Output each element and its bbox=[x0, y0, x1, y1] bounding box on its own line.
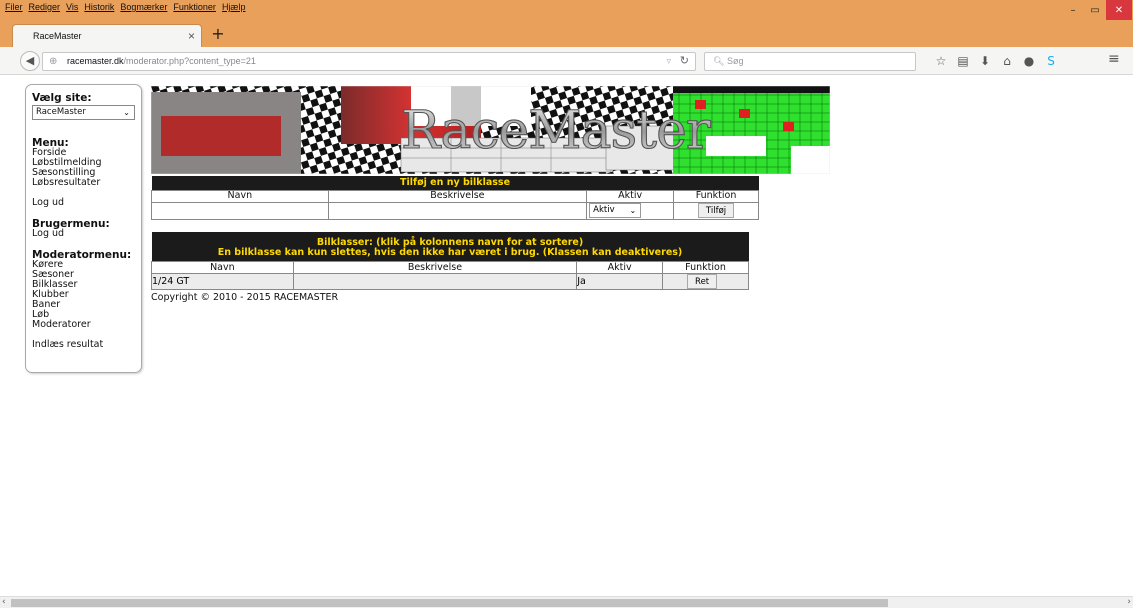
page-content: Vælg site: RaceMaster ⌄ Menu: Forside Lø… bbox=[0, 76, 1133, 596]
add-header-funktion: Funktion bbox=[673, 189, 759, 203]
scrollbar-thumb[interactable] bbox=[11, 599, 888, 607]
menu-help[interactable]: Hjælp bbox=[219, 2, 249, 12]
scroll-right-icon[interactable]: › bbox=[1127, 597, 1131, 607]
tab-title: RaceMaster bbox=[33, 31, 82, 41]
sidebar-item-moderatorer[interactable]: Moderatorer bbox=[32, 320, 135, 330]
title-bar: Filer Rediger Vis Historik Bogmærker Fun… bbox=[0, 0, 1133, 20]
bookmark-star-icon[interactable]: ☆ bbox=[930, 51, 952, 71]
navigation-bar: ◀ ⊕ racemaster.dk/moderator.php?content_… bbox=[0, 47, 1133, 75]
banner-graphic: RaceMaster bbox=[151, 86, 830, 174]
close-window-button[interactable]: ✕ bbox=[1106, 0, 1132, 20]
maximize-button[interactable]: ▭ bbox=[1084, 0, 1106, 20]
class-list-title-line1: Bilklasser: (klik på kolonnens navn for … bbox=[151, 232, 749, 248]
row-aktiv: Ja bbox=[576, 273, 664, 290]
back-arrow-icon: ◀ bbox=[25, 54, 35, 67]
class-list-table: Bilklasser: (klik på kolonnens navn for … bbox=[151, 232, 749, 290]
aktiv-select[interactable]: Aktiv ⌄ bbox=[589, 203, 642, 218]
list-header-funktion[interactable]: Funktion bbox=[662, 261, 749, 274]
row-navn: 1/24 GT bbox=[151, 273, 294, 290]
sidebar-item-user-logout[interactable]: Log ud bbox=[32, 229, 135, 239]
sidebar: Vælg site: RaceMaster ⌄ Menu: Forside Lø… bbox=[25, 84, 142, 373]
table-row: 1/24 GT Ja Ret bbox=[151, 273, 749, 290]
add-class-title: Tilføj en ny bilklasse bbox=[151, 176, 759, 190]
menu-file[interactable]: Filer bbox=[2, 2, 26, 12]
sidebar-item-logout[interactable]: Log ud bbox=[32, 198, 135, 208]
menu-hamburger-icon[interactable]: ≡ bbox=[1108, 51, 1120, 67]
menu-tools[interactable]: Funktioner bbox=[170, 2, 219, 12]
add-header-navn: Navn bbox=[151, 189, 329, 203]
add-class-table: Tilføj en ny bilklasse Navn Beskrivelse … bbox=[151, 176, 759, 220]
horizontal-scrollbar[interactable]: ‹ › bbox=[0, 596, 1133, 608]
list-header-aktiv[interactable]: Aktiv bbox=[576, 261, 664, 274]
search-input[interactable]: 🔍︎ Søg bbox=[704, 52, 916, 71]
new-tab-button[interactable]: + bbox=[208, 24, 228, 44]
header-banner: RaceMaster bbox=[151, 86, 830, 174]
row-edit-cell: Ret bbox=[662, 273, 749, 290]
menu-view[interactable]: Vis bbox=[63, 2, 81, 12]
menu-bookmarks[interactable]: Bogmærker bbox=[117, 2, 170, 12]
sidebar-item-lobsresultater[interactable]: Løbsresultater bbox=[32, 178, 135, 188]
maximize-icon: ▭ bbox=[1090, 4, 1100, 16]
chat-icon[interactable]: ● bbox=[1018, 51, 1040, 71]
site-select[interactable]: RaceMaster ⌄ bbox=[32, 105, 135, 120]
list-header-beskrivelse[interactable]: Beskrivelse bbox=[292, 261, 578, 274]
menu-edit[interactable]: Rediger bbox=[26, 2, 64, 12]
site-select-value: RaceMaster bbox=[36, 107, 86, 117]
close-icon: ✕ bbox=[1114, 4, 1124, 16]
navn-input[interactable] bbox=[151, 201, 329, 220]
search-icon: 🔍︎ bbox=[713, 56, 725, 66]
minimize-icon: – bbox=[1070, 4, 1076, 16]
add-header-beskrivelse: Beskrivelse bbox=[327, 189, 588, 203]
add-button-cell: Tilføj bbox=[673, 201, 759, 220]
tab-racemaster[interactable]: RaceMaster × bbox=[12, 24, 202, 47]
tab-strip: RaceMaster × + bbox=[0, 20, 1133, 47]
banner-logo-text: RaceMaster bbox=[401, 101, 711, 161]
download-icon[interactable]: ⬇ bbox=[974, 51, 996, 71]
add-header-aktiv: Aktiv bbox=[586, 189, 675, 203]
minimize-button[interactable]: – bbox=[1062, 0, 1084, 20]
aktiv-select-value: Aktiv bbox=[593, 205, 615, 215]
home-icon[interactable]: ⌂ bbox=[996, 51, 1018, 71]
class-list-title-line2: En bilklasse kan kun slettes, hvis den i… bbox=[151, 248, 749, 262]
address-bar[interactable]: ⊕ racemaster.dk/moderator.php?content_ty… bbox=[42, 52, 696, 71]
copyright-text: Copyright © 2010 - 2015 RACEMASTER bbox=[151, 292, 339, 303]
aktiv-cell: Aktiv ⌄ bbox=[586, 201, 675, 220]
list-header-navn[interactable]: Navn bbox=[151, 261, 294, 274]
menu-history[interactable]: Historik bbox=[81, 2, 117, 12]
address-host: racemaster.dk bbox=[67, 56, 124, 66]
browser-window: Filer Rediger Vis Historik Bogmærker Fun… bbox=[0, 0, 1133, 608]
skype-icon[interactable]: S bbox=[1040, 51, 1062, 71]
address-path: /moderator.php?content_type=21 bbox=[123, 56, 256, 66]
search-placeholder: Søg bbox=[726, 56, 744, 66]
back-button[interactable]: ◀ bbox=[20, 51, 40, 71]
beskrivelse-input[interactable] bbox=[327, 201, 588, 220]
plus-icon: + bbox=[211, 24, 225, 43]
dropdown-icon[interactable]: ▿ bbox=[666, 53, 671, 70]
globe-icon: ⊕ bbox=[49, 56, 58, 67]
scroll-left-icon[interactable]: ‹ bbox=[2, 597, 6, 607]
reading-list-icon[interactable]: ▤ bbox=[952, 51, 974, 71]
add-button[interactable]: Tilføj bbox=[697, 203, 735, 218]
edit-button[interactable]: Ret bbox=[687, 274, 718, 289]
row-beskrivelse bbox=[292, 273, 578, 290]
menu-bar: Filer Rediger Vis Historik Bogmærker Fun… bbox=[2, 2, 248, 12]
site-select-label: Vælg site: bbox=[32, 92, 92, 104]
tab-close-icon[interactable]: × bbox=[188, 29, 195, 43]
toolbar-icons: ☆ ▤ ⬇ ⌂ ● S bbox=[930, 51, 1062, 71]
reload-icon[interactable]: ↻ bbox=[680, 53, 689, 70]
chevron-down-icon: ⌄ bbox=[629, 206, 637, 215]
chevron-down-icon: ⌄ bbox=[123, 108, 130, 117]
sidebar-item-import[interactable]: Indlæs resultat bbox=[32, 340, 135, 350]
